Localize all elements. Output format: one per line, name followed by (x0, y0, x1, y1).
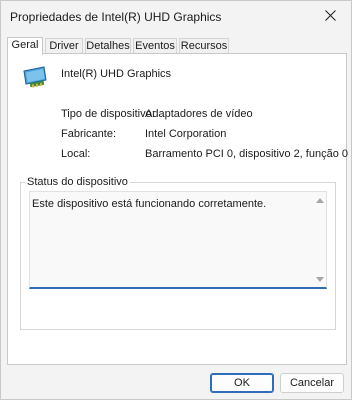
location-label: Local: (61, 148, 91, 160)
cancel-button[interactable]: Cancelar (280, 373, 344, 393)
device-type-label: Tipo de dispositivo: (61, 108, 155, 120)
device-status-text: Este dispositivo está funcionando corret… (32, 198, 267, 210)
close-icon (325, 10, 336, 21)
device-status-group-label: Status do dispositivo (25, 176, 130, 188)
general-tab-panel: Intel(R) UHD Graphics Tipo de dispositiv… (7, 53, 348, 365)
device-status-textbox[interactable]: Este dispositivo está funcionando corret… (29, 191, 327, 289)
tab-details[interactable]: Detalhes (85, 38, 131, 54)
device-status-group: Status do dispositivo Este dispositivo e… (20, 176, 336, 330)
close-button[interactable] (311, 1, 351, 31)
ok-button[interactable]: OK (210, 373, 274, 393)
tab-driver[interactable]: Driver (45, 38, 83, 54)
tab-resources[interactable]: Recursos (179, 38, 229, 54)
device-type-value: Adaptadores de vídeo (145, 108, 253, 120)
tab-general[interactable]: Geral (7, 37, 43, 55)
display-adapter-icon (23, 66, 47, 88)
location-value: Barramento PCI 0, dispositivo 2, função … (145, 148, 348, 160)
dialog-footer: OK Cancelar (1, 365, 351, 399)
scroll-up-arrow-icon[interactable] (316, 198, 324, 203)
status-scrollbar[interactable] (314, 192, 326, 288)
properties-dialog: Propriedades de Intel(R) UHD Graphics Ge… (0, 0, 352, 400)
device-name: Intel(R) UHD Graphics (61, 68, 172, 80)
manufacturer-value: Intel Corporation (145, 128, 227, 140)
scroll-down-arrow-icon[interactable] (316, 277, 324, 282)
window-title: Propriedades de Intel(R) UHD Graphics (10, 10, 222, 24)
title-bar: Propriedades de Intel(R) UHD Graphics (1, 1, 351, 33)
tab-strip: Geral Driver Detalhes Eventos Recursos (7, 37, 347, 55)
tab-events[interactable]: Eventos (133, 38, 177, 54)
manufacturer-label: Fabricante: (61, 128, 117, 140)
